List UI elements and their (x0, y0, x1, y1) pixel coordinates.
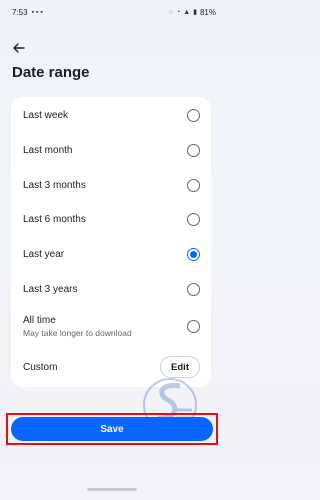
status-time: 7:53 (12, 7, 28, 17)
option-text: All time May take longer to download (23, 315, 132, 338)
page-title: Date range (12, 64, 90, 81)
save-button[interactable]: Save (11, 417, 213, 441)
status-right: ◌ ◔ ▲ ▮ 81% (169, 8, 216, 17)
option-last-3-years[interactable]: Last 3 years (11, 272, 211, 306)
back-arrow-icon (13, 43, 25, 53)
radio-button[interactable] (187, 319, 200, 333)
option-last-6-months[interactable]: Last 6 months (11, 202, 211, 236)
option-all-time[interactable]: All time May take longer to download (11, 309, 211, 343)
custom-label: Custom (23, 361, 58, 373)
option-last-month[interactable]: Last month (11, 133, 211, 167)
mute-icon: ◌ (168, 8, 173, 16)
option-label: Last 3 years (23, 283, 78, 295)
option-last-3-months[interactable]: Last 3 months (11, 168, 211, 202)
radio-button-selected[interactable] (187, 247, 200, 261)
option-label: Last 6 months (23, 213, 86, 225)
radio-button[interactable] (187, 178, 200, 192)
radio-button[interactable] (187, 108, 200, 122)
option-last-year[interactable]: Last year (11, 237, 211, 271)
option-sublabel: May take longer to download (23, 327, 132, 338)
signal-icon: ▲ (183, 8, 191, 16)
notification-icons: ▪ ▪ ▪ (31, 8, 43, 16)
status-left: 7:53 ▪ ▪ ▪ (12, 8, 43, 17)
option-last-week[interactable]: Last week (11, 98, 211, 132)
option-label: Last week (23, 109, 69, 121)
home-indicator[interactable] (87, 488, 137, 491)
date-range-card: Last week Last month Last 3 months Last … (11, 97, 211, 387)
battery-percent: 81% (199, 7, 216, 17)
option-label: Last month (23, 144, 73, 156)
status-bar: 7:53 ▪ ▪ ▪ ◌ ◔ ▲ ▮ 81% (0, 0, 224, 24)
radio-button[interactable] (187, 143, 200, 157)
option-label: Last 3 months (23, 179, 86, 191)
option-label: Last year (23, 248, 65, 260)
back-button[interactable] (10, 40, 28, 56)
radio-button[interactable] (187, 212, 200, 226)
battery-icon: ▮ (193, 9, 197, 16)
wifi-icon: ◔ (175, 8, 181, 16)
option-label: All time (23, 314, 56, 326)
radio-button[interactable] (187, 282, 200, 296)
